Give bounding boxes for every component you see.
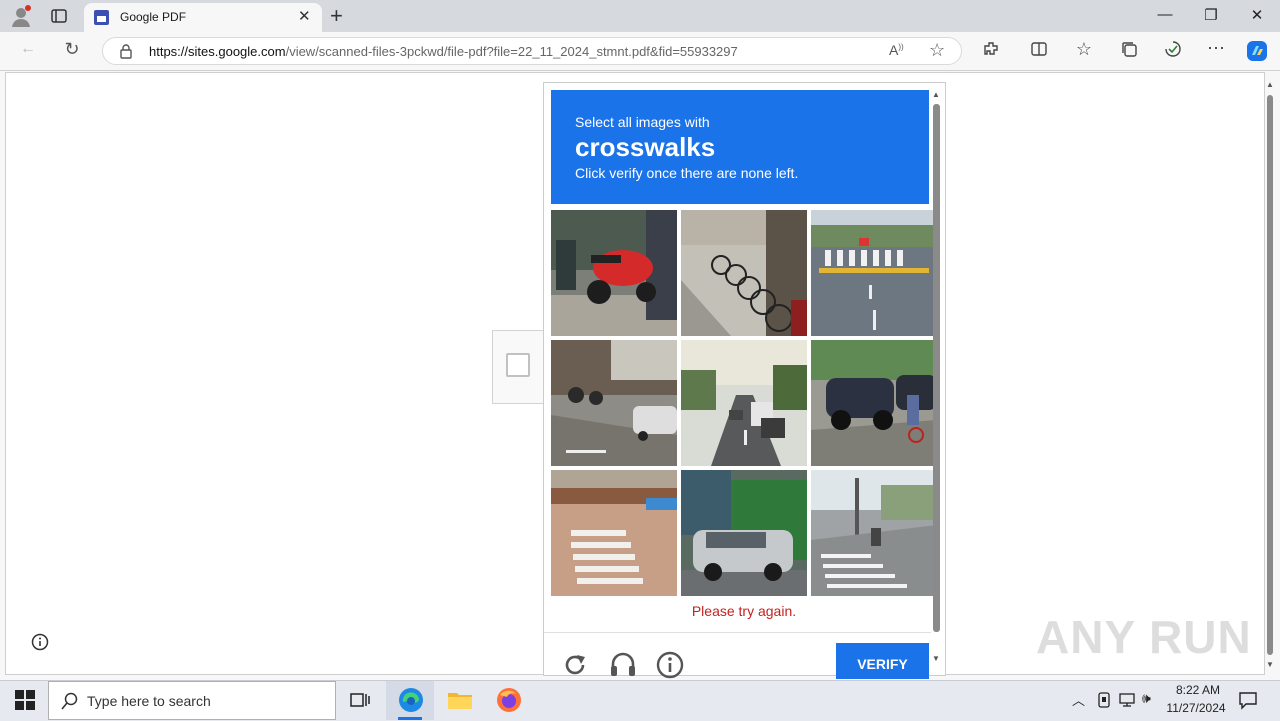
- help-info-icon[interactable]: [655, 650, 685, 680]
- captcha-scrollbar[interactable]: ▲ ▼: [931, 90, 942, 670]
- recaptcha-checkbox[interactable]: [506, 353, 530, 377]
- refresh-icon[interactable]: ↻: [59, 39, 85, 60]
- info-icon[interactable]: [31, 633, 49, 651]
- captcha-tile-6[interactable]: [811, 340, 937, 466]
- captcha-hint: Click verify once there are none left.: [575, 165, 799, 181]
- split-screen-icon[interactable]: [1026, 40, 1052, 63]
- captcha-tile-3[interactable]: [811, 210, 937, 336]
- restore-icon[interactable]: ❐: [1196, 6, 1226, 24]
- verify-button[interactable]: VERIFY: [836, 643, 929, 679]
- back-icon[interactable]: ←: [15, 40, 41, 58]
- google-sites-icon: [94, 10, 109, 25]
- file-explorer-icon[interactable]: [447, 689, 473, 711]
- profile-icon[interactable]: [10, 5, 32, 27]
- page-scrollbar[interactable]: ▲ ▼: [1266, 80, 1274, 670]
- audio-challenge-icon[interactable]: [608, 650, 638, 680]
- captcha-tile-9[interactable]: [811, 470, 937, 596]
- captcha-tile-5[interactable]: [681, 340, 807, 466]
- close-tab-icon[interactable]: ✕: [298, 7, 311, 25]
- favorite-star-icon[interactable]: ☆: [929, 40, 945, 61]
- windows-start-icon[interactable]: [15, 690, 35, 710]
- read-aloud-icon[interactable]: A)): [889, 42, 904, 58]
- captcha-divider: [544, 632, 931, 633]
- taskbar-search-placeholder: Type here to search: [87, 693, 211, 709]
- copilot-icon[interactable]: [1245, 39, 1269, 63]
- any-run-watermark: ANY RUN: [1036, 611, 1252, 663]
- minimize-icon[interactable]: —: [1150, 6, 1180, 23]
- reload-challenge-icon[interactable]: [560, 650, 590, 680]
- captcha-tile-2[interactable]: [681, 210, 807, 336]
- captcha-error-message: Please try again.: [691, 603, 797, 619]
- notifications-icon[interactable]: [1238, 690, 1258, 710]
- task-view-icon[interactable]: [349, 690, 371, 710]
- collections-icon[interactable]: [1116, 40, 1142, 63]
- firefox-icon[interactable]: [496, 687, 522, 713]
- tray-device-icon[interactable]: [1096, 691, 1112, 709]
- address-bar[interactable]: https://sites.google.com/view/scanned-fi…: [102, 37, 962, 65]
- tray-chevron-icon[interactable]: ︿: [1072, 690, 1085, 709]
- tab-title: Google PDF: [120, 10, 187, 24]
- url-text: https://sites.google.com/view/scanned-fi…: [149, 44, 738, 59]
- clock-time[interactable]: 8:22 AM: [1166, 683, 1230, 697]
- captcha-tile-8[interactable]: [681, 470, 807, 596]
- captcha-header: Select all images with crosswalks Click …: [551, 90, 929, 204]
- network-icon[interactable]: [1118, 692, 1136, 708]
- extensions-icon[interactable]: [978, 40, 1004, 63]
- tab-google-pdf[interactable]: Google PDF ✕: [84, 3, 322, 32]
- url-path: /view/scanned-files-3pckwd/file-pdf?file…: [285, 44, 738, 59]
- browser-essentials-icon[interactable]: [1160, 40, 1186, 63]
- edge-icon[interactable]: [398, 687, 424, 713]
- captcha-instruction: Select all images with: [575, 114, 710, 130]
- lock-icon[interactable]: [119, 43, 133, 64]
- clock-date[interactable]: 11/27/2024: [1162, 701, 1230, 715]
- url-domain: https://sites.google.com: [149, 44, 286, 59]
- close-window-icon[interactable]: ✕: [1242, 6, 1272, 24]
- tab-actions-icon[interactable]: [50, 7, 68, 25]
- volume-icon[interactable]: 🕪: [1142, 690, 1151, 707]
- new-tab-icon[interactable]: +: [330, 3, 343, 29]
- more-menu-icon[interactable]: ⋯: [1203, 38, 1229, 59]
- captcha-tile-4[interactable]: [551, 340, 677, 466]
- captcha-tile-7[interactable]: [551, 470, 677, 596]
- taskbar-search-box[interactable]: Type here to search: [48, 681, 336, 720]
- favorites-icon[interactable]: ☆: [1071, 39, 1097, 60]
- captcha-tile-1[interactable]: [551, 210, 677, 336]
- captcha-target: crosswalks: [575, 132, 716, 162]
- search-icon: [61, 692, 79, 715]
